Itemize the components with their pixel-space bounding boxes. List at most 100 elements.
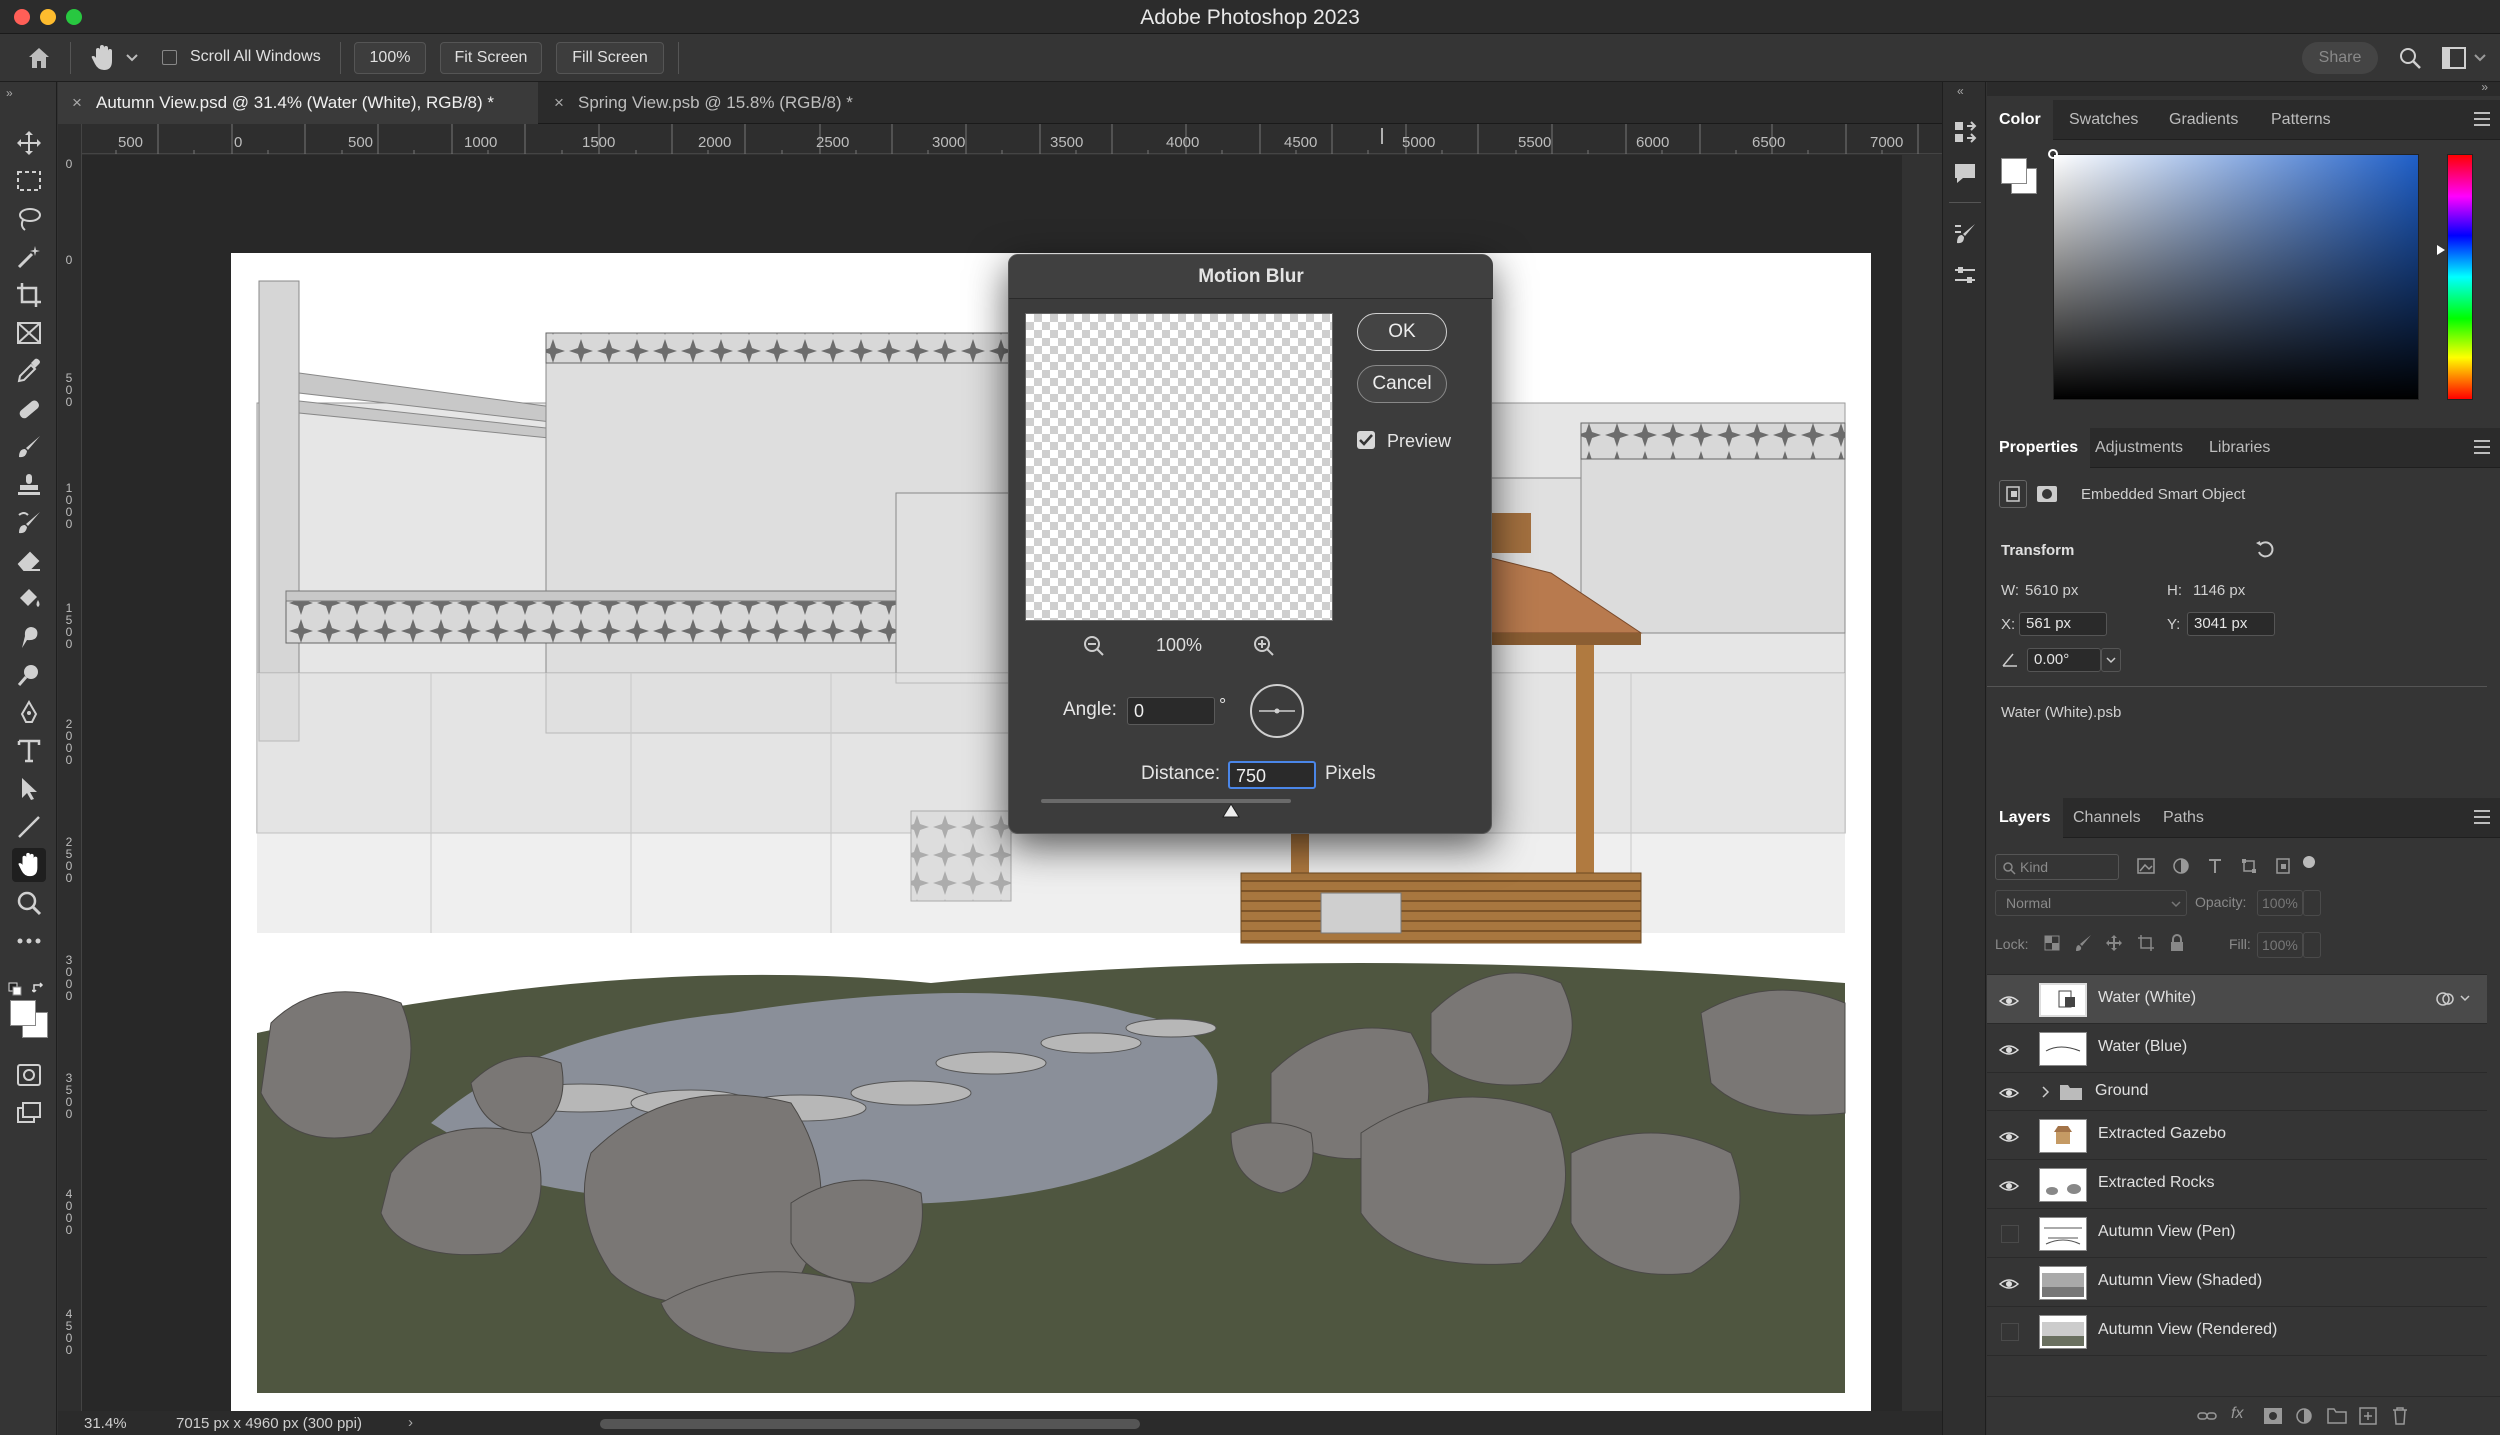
visibility-eye-icon[interactable] (1999, 1176, 2019, 1196)
tab-patterns[interactable]: Patterns (2259, 100, 2343, 140)
preview-window[interactable] (1025, 313, 1333, 621)
add-mask-icon[interactable] (2263, 1407, 2283, 1425)
lasso-tool-icon[interactable] (12, 202, 46, 236)
fill-screen-button[interactable]: Fill Screen (556, 42, 664, 74)
tab-color[interactable]: Color (1987, 100, 2053, 140)
collapse-dock-icon[interactable]: » (2481, 80, 2488, 94)
cancel-button[interactable]: Cancel (1357, 365, 1447, 403)
layer-row[interactable]: Autumn View (Shaded) (1987, 1258, 2487, 1307)
brush-settings-icon[interactable] (1953, 222, 1977, 246)
new-group-icon[interactable] (2327, 1407, 2347, 1425)
color-picker-field[interactable] (2053, 154, 2419, 400)
zoom-out-icon[interactable] (1083, 635, 1105, 657)
horizontal-scrollbar[interactable] (600, 1419, 1140, 1429)
color-foreground-swatch[interactable] (2001, 158, 2027, 184)
hue-slider[interactable] (2447, 154, 2473, 400)
close-tab-icon[interactable]: × (72, 82, 82, 124)
fill-input[interactable]: 100% (2257, 932, 2303, 958)
distance-slider-thumb[interactable] (1221, 803, 1241, 819)
zoom-tool-icon[interactable] (12, 886, 46, 920)
lock-artboard-icon[interactable] (2137, 934, 2155, 952)
layer-row[interactable]: Autumn View (Pen) (1987, 1209, 2487, 1258)
paint-bucket-tool-icon[interactable] (12, 582, 46, 616)
lock-all-icon[interactable] (2169, 934, 2185, 952)
lock-position-icon[interactable] (2105, 934, 2123, 952)
pen-tool-icon[interactable] (12, 696, 46, 730)
zoom-100-button[interactable]: 100% (354, 42, 426, 74)
delete-layer-icon[interactable] (2391, 1406, 2409, 1426)
layer-name[interactable]: Ground (2095, 1082, 2148, 1100)
new-layer-icon[interactable] (2359, 1407, 2377, 1425)
blend-mode-select[interactable]: Normal (1995, 890, 2187, 916)
layers-panel-menu-icon[interactable] (2474, 810, 2490, 824)
x-position-input[interactable]: 561 px (2019, 612, 2107, 636)
chevron-down-icon[interactable] (126, 54, 138, 62)
collapse-panels-icon[interactable]: « (1957, 84, 1964, 98)
status-zoom[interactable]: 31.4% (84, 1415, 127, 1432)
visibility-eye-icon[interactable] (1999, 1274, 2019, 1294)
rotation-dropdown[interactable] (2101, 648, 2121, 672)
more-tools-icon[interactable] (12, 924, 46, 958)
type-tool-icon[interactable] (12, 734, 46, 768)
history-brush-tool-icon[interactable] (12, 506, 46, 540)
layer-row[interactable]: Extracted Rocks (1987, 1160, 2487, 1209)
filter-pixel-icon[interactable] (2137, 858, 2155, 874)
workspace-icon[interactable] (2442, 47, 2466, 69)
visibility-eye-icon[interactable] (1999, 1083, 2019, 1103)
move-tool-icon[interactable] (12, 126, 46, 160)
history-panel-icon[interactable] (1953, 120, 1977, 144)
distance-input[interactable]: 750 (1228, 761, 1316, 789)
smudge-tool-icon[interactable] (12, 620, 46, 654)
lock-transparent-icon[interactable] (2043, 934, 2061, 952)
layer-kind-filter[interactable]: Kind (1995, 854, 2119, 880)
visibility-toggle-off[interactable] (2001, 1323, 2019, 1341)
layer-name[interactable]: Autumn View (Pen) (2098, 1223, 2236, 1241)
scroll-all-windows-checkbox[interactable] (162, 50, 177, 65)
share-button[interactable]: Share (2302, 42, 2378, 74)
layer-row[interactable]: Autumn View (Rendered) (1987, 1307, 2487, 1356)
color-picker-cursor[interactable] (2048, 149, 2058, 159)
line-tool-icon[interactable] (12, 810, 46, 844)
magic-wand-tool-icon[interactable] (12, 240, 46, 274)
height-value[interactable]: 1146 px (2193, 582, 2245, 599)
link-layers-icon[interactable] (2197, 1407, 2217, 1425)
eraser-tool-icon[interactable] (12, 544, 46, 578)
layer-options-chevron-icon[interactable] (2459, 993, 2471, 1003)
fit-screen-button[interactable]: Fit Screen (440, 42, 542, 74)
fill-dropdown[interactable] (2303, 932, 2321, 958)
reset-transform-icon[interactable] (2255, 540, 2275, 560)
clone-stamp-tool-icon[interactable] (12, 468, 46, 502)
distance-slider[interactable] (1041, 799, 1291, 803)
filter-toggle[interactable] (2303, 856, 2315, 868)
hand-tool-icon[interactable] (90, 44, 116, 72)
fx-icon[interactable]: fx (2231, 1405, 2243, 1423)
tab-paths[interactable]: Paths (2151, 798, 2216, 838)
tab-channels[interactable]: Channels (2061, 798, 2153, 838)
layer-name[interactable]: Extracted Rocks (2098, 1174, 2214, 1192)
home-icon[interactable] (26, 46, 52, 70)
workspace-chevron-icon[interactable] (2474, 54, 2486, 62)
hue-slider-thumb[interactable] (2436, 244, 2446, 256)
layer-name[interactable]: Water (White) (2098, 989, 2196, 1007)
layer-name[interactable]: Extracted Gazebo (2098, 1125, 2226, 1143)
angle-dial[interactable] (1249, 683, 1305, 739)
dodge-tool-icon[interactable] (12, 658, 46, 692)
path-selection-tool-icon[interactable] (12, 772, 46, 806)
horizontal-ruler[interactable]: 500 0 500 1000 1500 2000 2500 3000 3500 … (80, 124, 1942, 154)
angle-input[interactable]: 0 (1127, 697, 1215, 725)
layer-row[interactable]: Water (Blue) (1987, 1024, 2487, 1073)
tab-autumn-view[interactable]: × Autumn View.psd @ 31.4% (Water (White)… (58, 82, 538, 124)
lock-image-icon[interactable] (2075, 934, 2093, 952)
tab-libraries[interactable]: Libraries (2197, 428, 2282, 468)
quick-mask-icon[interactable] (12, 1058, 46, 1092)
visibility-eye-icon[interactable] (1999, 991, 2019, 1011)
frame-tool-icon[interactable] (12, 316, 46, 350)
hand-tool-icon[interactable] (12, 848, 46, 882)
tab-layers[interactable]: Layers (1987, 798, 2063, 838)
foreground-color-swatch[interactable] (10, 1000, 36, 1026)
layer-name[interactable]: Autumn View (Shaded) (2098, 1272, 2262, 1290)
filter-type-icon[interactable] (2207, 858, 2223, 874)
visibility-eye-icon[interactable] (1999, 1127, 2019, 1147)
color-panel-menu-icon[interactable] (2474, 112, 2490, 126)
opacity-dropdown[interactable] (2303, 890, 2321, 916)
